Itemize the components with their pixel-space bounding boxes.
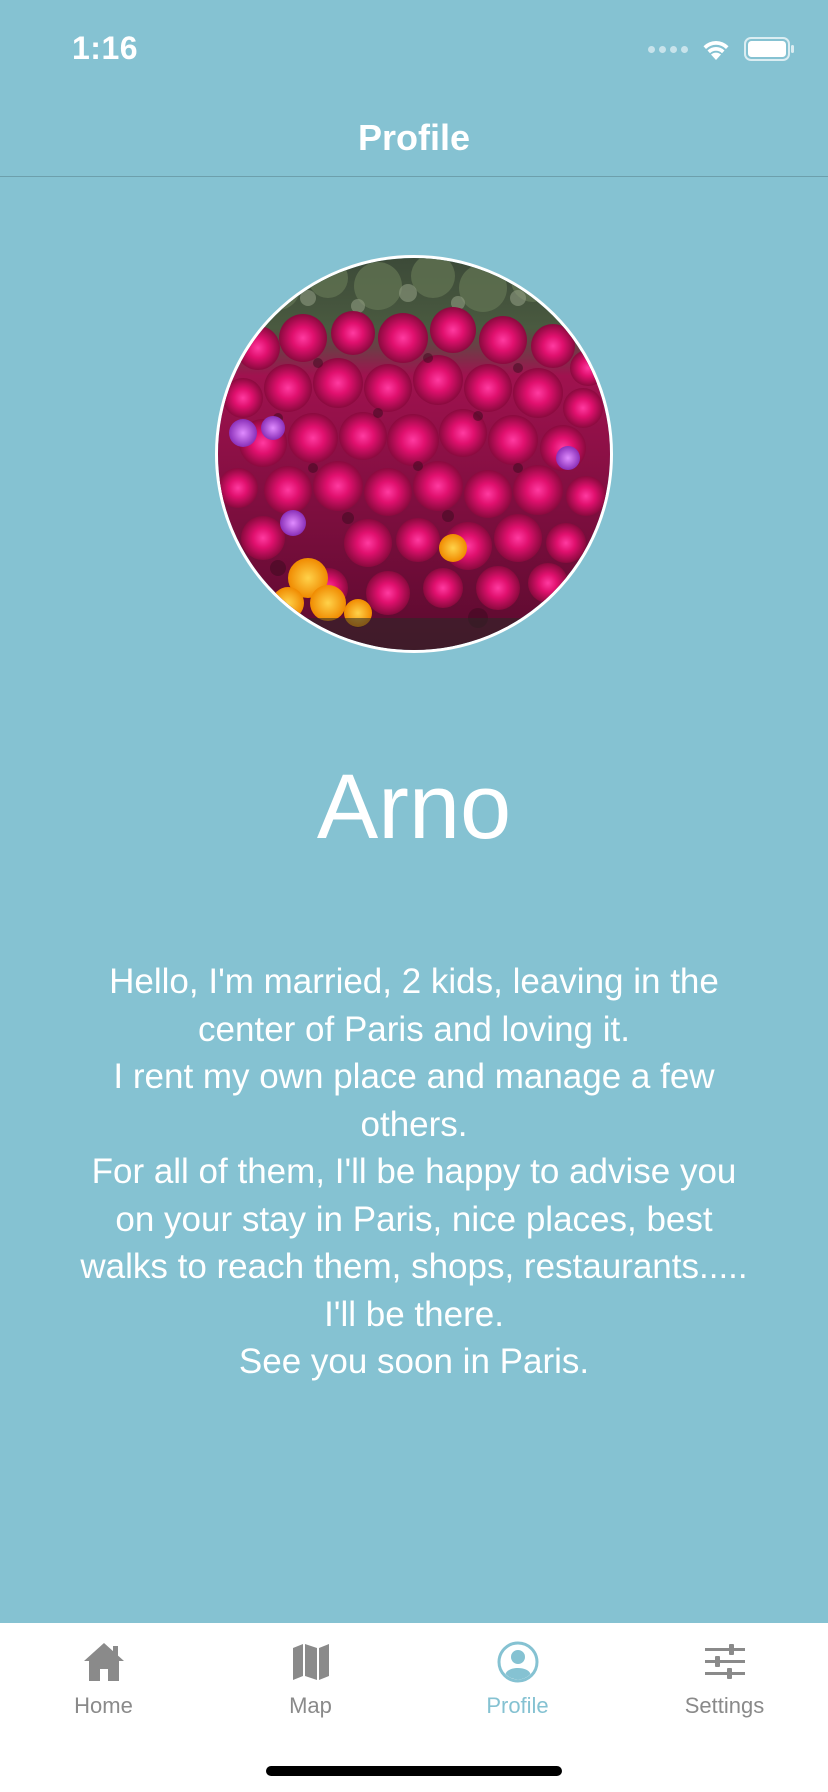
- bio-line: walks to reach them, shops, restaurants.…: [80, 1247, 748, 1286]
- cellular-signal-icon: [648, 45, 688, 53]
- wifi-icon: [703, 40, 729, 60]
- tab-map-label: Map: [289, 1693, 332, 1718]
- navigation-bar: Profile: [0, 100, 828, 177]
- bio-line: For all of them, I'll be happy to advise…: [91, 1152, 737, 1191]
- tab-map[interactable]: Map: [207, 1623, 414, 1733]
- tab-settings-label: Settings: [684, 1693, 765, 1718]
- bio-line: I'll be there.: [324, 1294, 504, 1334]
- status-bar: 1:16: [0, 0, 828, 100]
- page-title: Profile: [357, 117, 471, 158]
- house-icon: [82, 1637, 126, 1687]
- battery-icon: [744, 37, 794, 61]
- bio-line: See you soon in Paris.: [238, 1342, 590, 1381]
- tab-home-label: Home: [74, 1693, 133, 1718]
- tab-bar: Home Map Profile Settings: [0, 1623, 828, 1792]
- bio-line: center of Paris and loving it.: [198, 1009, 630, 1049]
- person-circle-icon: [497, 1637, 539, 1687]
- home-indicator[interactable]: [266, 1766, 562, 1776]
- bio-line: I rent my own place and manage a few: [113, 1057, 715, 1096]
- bio-line: on your stay in Paris, nice places, best: [115, 1199, 713, 1239]
- bio-line: Hello, I'm married, 2 kids, leaving in t…: [109, 962, 719, 1001]
- tab-profile[interactable]: Profile: [414, 1623, 621, 1733]
- profile-bio: Hello, I'm married, 2 kids, leaving in t…: [40, 958, 788, 1386]
- status-time: 1:16: [72, 30, 139, 66]
- flower-photo: [218, 258, 610, 650]
- profile-avatar: [215, 255, 613, 653]
- tab-profile-label: Profile: [486, 1693, 549, 1718]
- bio-line: others.: [360, 1104, 468, 1144]
- sliders-icon: [704, 1637, 746, 1687]
- map-icon: [291, 1637, 331, 1687]
- profile-name: Arno: [316, 756, 512, 858]
- tab-home[interactable]: Home: [0, 1623, 207, 1733]
- status-indicators: [648, 34, 796, 64]
- tab-settings[interactable]: Settings: [621, 1623, 828, 1733]
